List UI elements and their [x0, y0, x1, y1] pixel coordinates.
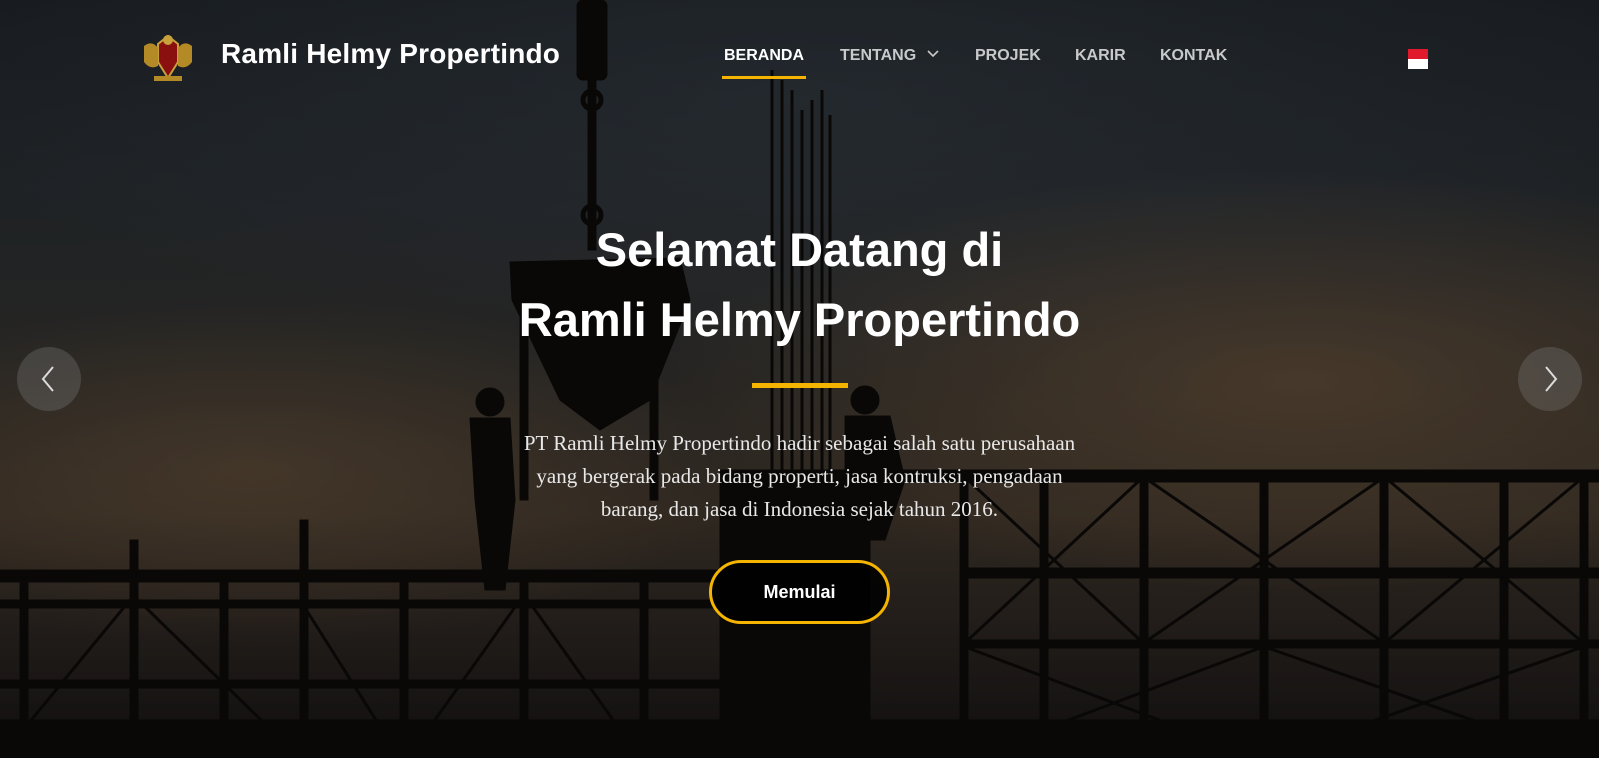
carousel-next-button[interactable]	[1518, 347, 1582, 411]
chevron-down-icon	[927, 50, 939, 57]
hero-title-line-2: Ramli Helmy Propertindo	[518, 293, 1081, 346]
flag-white-stripe	[1408, 59, 1428, 69]
hero-title-line-1: Selamat Datang di	[595, 223, 1004, 276]
carousel-prev-button[interactable]	[17, 347, 81, 411]
brand-name[interactable]: Ramli Helmy Propertindo	[221, 38, 560, 70]
nav-item-tentang-label: TENTANG	[840, 47, 917, 64]
nav-item-kontak[interactable]: KONTAK	[1160, 47, 1227, 65]
hero-section: Ramli Helmy Propertindo BERANDA TENTANG …	[0, 0, 1599, 758]
nav-item-karir[interactable]: KARIR	[1075, 47, 1126, 65]
memulai-button[interactable]: Memulai	[709, 560, 890, 624]
crest-emblem-icon[interactable]	[138, 32, 198, 84]
chevron-right-icon	[1545, 366, 1558, 392]
nav-item-beranda[interactable]: BERANDA	[722, 47, 806, 79]
hero-overlay	[0, 0, 1599, 758]
hero-divider	[752, 383, 848, 388]
hero-description-line-2: yang bergerak pada bidang properti, jasa…	[536, 464, 1063, 488]
flag-red-stripe	[1408, 49, 1428, 59]
chevron-left-icon	[41, 366, 54, 392]
nav-item-tentang[interactable]: TENTANG	[840, 47, 939, 65]
indonesia-flag-icon[interactable]	[1408, 49, 1428, 69]
hero-description-line-1: PT Ramli Helmy Propertindo hadir sebagai…	[523, 431, 1076, 455]
nav-item-projek[interactable]: PROJEK	[975, 47, 1041, 65]
hero-description-line-3: barang, dan jasa di Indonesia sejak tahu…	[600, 497, 999, 521]
